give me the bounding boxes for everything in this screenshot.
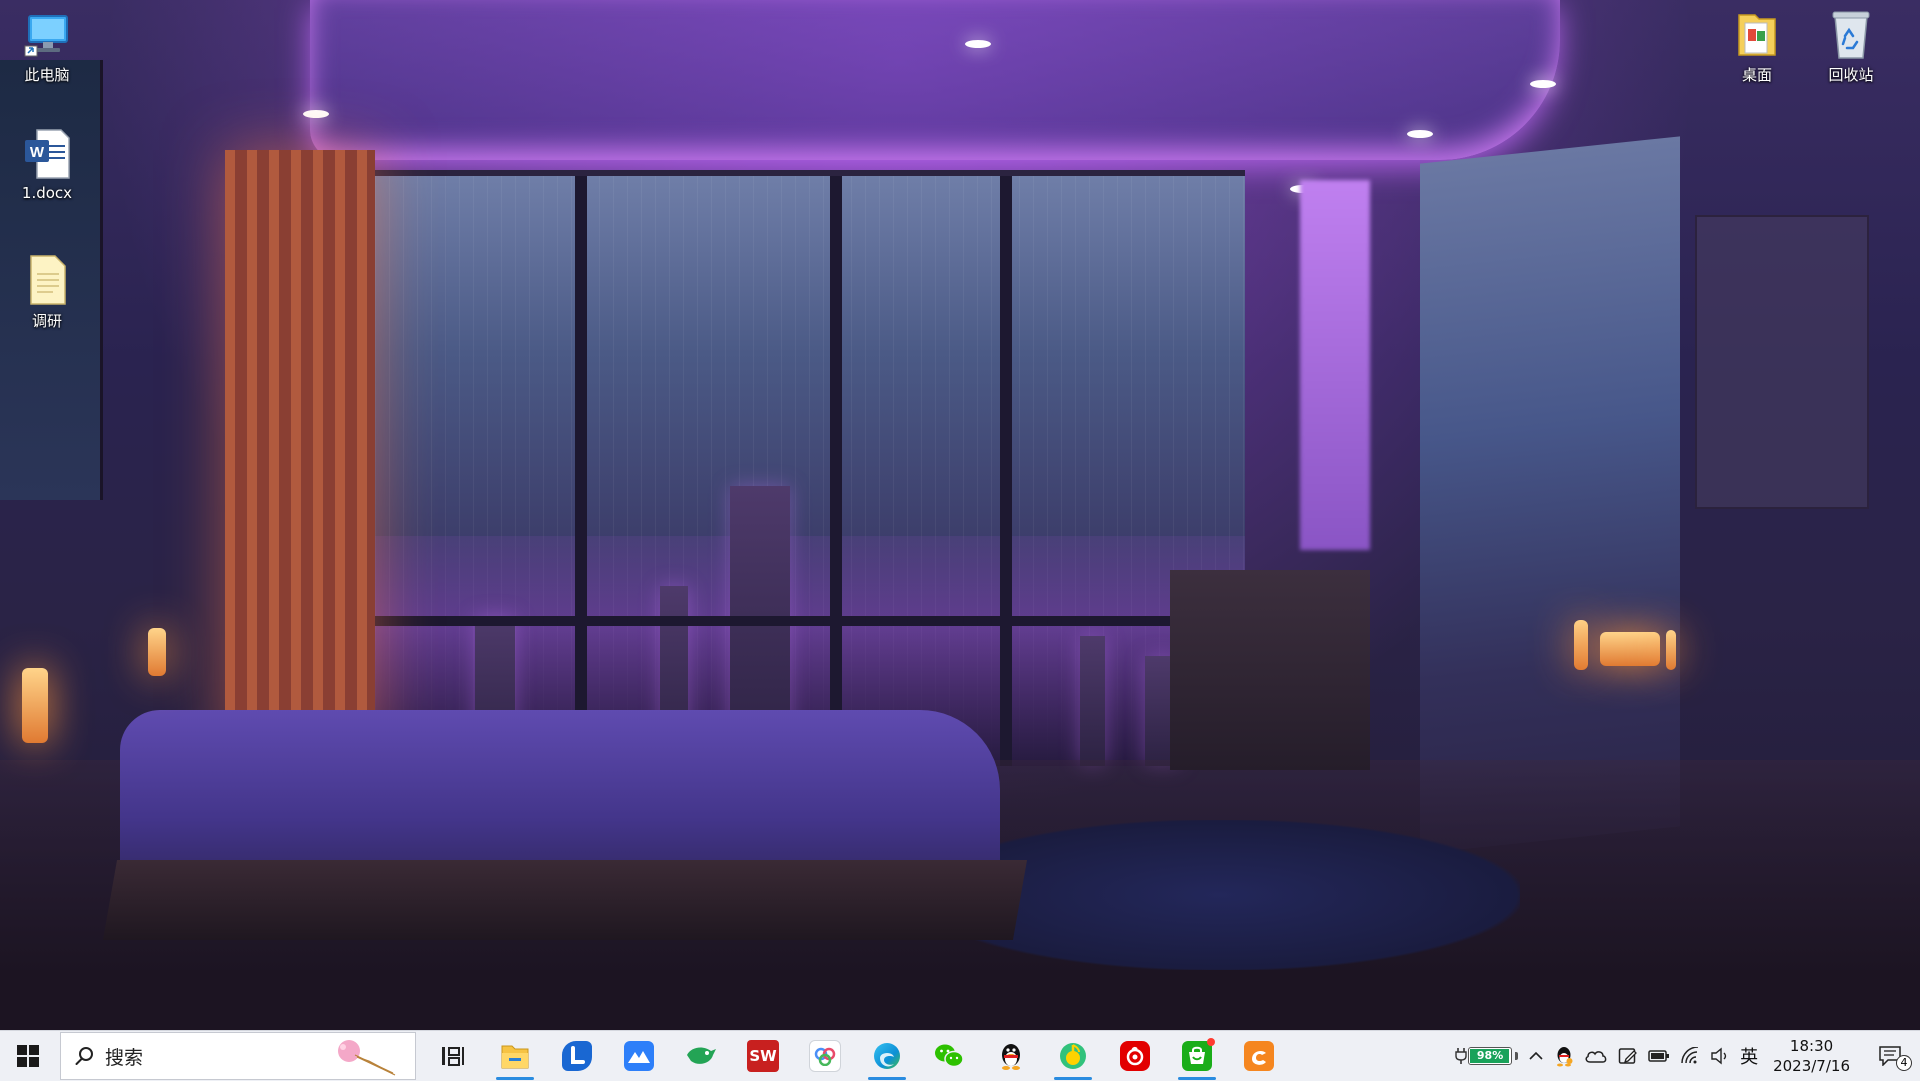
taskbar-task-view[interactable]: [422, 1031, 484, 1081]
candle: [1666, 630, 1676, 670]
ice-cream-search-highlight-icon: [338, 1040, 396, 1076]
taskbar-wechat[interactable]: [918, 1031, 980, 1081]
search-placeholder: 搜索: [105, 1046, 144, 1069]
taskbar-search-box[interactable]: 搜索: [60, 1032, 416, 1080]
ceiling-light-strip: [310, 0, 1560, 160]
ceiling-downlight: [1530, 80, 1556, 88]
edge-browser-icon: [874, 1043, 900, 1069]
search-icon: [75, 1047, 93, 1065]
taskbar-app-green-bird[interactable]: [670, 1031, 732, 1081]
show-hidden-icons-button[interactable]: [1523, 1031, 1549, 1081]
candle: [1574, 620, 1588, 670]
dresser: [1170, 570, 1370, 770]
tray-onedrive[interactable]: [1579, 1031, 1613, 1081]
taskbar-netease-music[interactable]: [1104, 1031, 1166, 1081]
ceiling-downlight: [303, 110, 329, 118]
battery-indicator[interactable]: 98%: [1449, 1031, 1523, 1081]
side-window: [1420, 136, 1680, 854]
qq-penguin-icon: [1002, 1044, 1020, 1070]
candle: [22, 668, 48, 743]
taskbar-file-explorer[interactable]: [484, 1031, 546, 1081]
tray-qq[interactable]: [1549, 1031, 1579, 1081]
recycle-bin-icon: [1827, 10, 1875, 59]
desktop-wallpaper: 此电脑 W 1.docx 调研 桌面 回收站: [0, 0, 1920, 1030]
qq-tray-icon: [1557, 1047, 1573, 1067]
svg-text:W: W: [30, 144, 45, 161]
system-tray: 98% 英 18:30 2023/7/16 4: [1449, 1031, 1920, 1081]
green-bird-app-icon: [687, 1047, 716, 1064]
file-explorer-icon: [501, 1045, 529, 1069]
tray-wifi[interactable]: [1675, 1031, 1705, 1081]
action-center-button[interactable]: 4: [1860, 1031, 1920, 1081]
desktop-icon-label: 调研: [31, 312, 62, 330]
battery-tray-icon: [1648, 1050, 1670, 1062]
battery-percent: 98%: [1476, 1049, 1504, 1062]
taskbar: 搜索 SW 98% 英 18:30 2023/7/16 4: [0, 1030, 1920, 1081]
solidworks-app-text: SW: [749, 1047, 777, 1065]
notification-count-badge: 4: [1896, 1055, 1912, 1071]
tray-volume[interactable]: [1705, 1031, 1735, 1081]
desktop-icon-research-file[interactable]: 调研: [2, 255, 92, 331]
cloud-app-icon: [809, 1040, 841, 1072]
qq-music-icon: [1060, 1043, 1086, 1069]
taskbar-baidu-netdisk[interactable]: [794, 1031, 856, 1081]
wifi-icon: [1681, 1047, 1699, 1064]
chevron-up-icon: [1529, 1051, 1543, 1060]
candle: [1600, 632, 1660, 666]
taskbar-green-shopping[interactable]: [1166, 1031, 1228, 1081]
pen-tray-icon: [1618, 1048, 1637, 1064]
orange-pdf-icon: [1244, 1041, 1274, 1071]
this-pc-icon: [23, 10, 71, 58]
ceiling-downlight: [1407, 130, 1433, 138]
curtain: [225, 150, 375, 750]
desktop-icon-recycle-bin[interactable]: 回收站: [1806, 10, 1896, 85]
desktop-icon-label: 1.docx: [21, 184, 73, 202]
clock-date: 2023/7/16: [1773, 1057, 1850, 1075]
green-shopping-icon: [1182, 1038, 1215, 1071]
start-button[interactable]: [0, 1031, 56, 1081]
taskbar-app-blue-mountain[interactable]: [608, 1031, 670, 1081]
clock-time: 18:30: [1789, 1037, 1834, 1055]
taskbar-clock[interactable]: 18:30 2023/7/16: [1763, 1036, 1860, 1076]
volume-icon: [1711, 1047, 1727, 1065]
pink-lit-wall: [1300, 180, 1370, 550]
tray-battery-status[interactable]: [1643, 1031, 1675, 1081]
desktop-icon-this-pc[interactable]: 此电脑: [2, 10, 92, 85]
wall-whiteboard: [1695, 215, 1869, 509]
desktop-icon-word-document[interactable]: W 1.docx: [2, 129, 92, 202]
tray-pen-app[interactable]: [1613, 1031, 1643, 1081]
bed-base: [102, 860, 1028, 940]
onedrive-icon: [1585, 1051, 1607, 1063]
solidworks-app-icon: SW: [747, 1040, 779, 1072]
task-view-icon: [442, 1047, 464, 1066]
blue-l-app-icon: [562, 1041, 592, 1071]
windows-start-icon: [17, 1045, 39, 1067]
input-method-indicator[interactable]: 英: [1735, 1031, 1763, 1081]
desktop-icon-desktop-folder[interactable]: 桌面: [1712, 10, 1802, 85]
ceiling-downlight: [965, 40, 991, 48]
charging-plug-icon: [1455, 1048, 1467, 1064]
taskbar-qq-music[interactable]: [1042, 1031, 1104, 1081]
city-window: [375, 170, 1245, 766]
desktop-icon-label: 桌面: [1741, 66, 1772, 84]
taskbar-solidworks-2022[interactable]: SW: [732, 1031, 794, 1081]
desktop-icon-label: 此电脑: [24, 66, 70, 84]
taskbar-orange-pdf[interactable]: [1228, 1031, 1290, 1081]
text-file-icon: [23, 255, 71, 305]
taskbar-app-blue-l[interactable]: [546, 1031, 608, 1081]
blue-mountain-app-icon: [624, 1041, 654, 1071]
taskbar-qq[interactable]: [980, 1031, 1042, 1081]
candle: [148, 628, 166, 676]
wechat-icon: [935, 1044, 964, 1068]
battery-body: 98%: [1468, 1047, 1513, 1065]
taskbar-edge[interactable]: [856, 1031, 918, 1081]
desktop-icon-label: 回收站: [1828, 66, 1874, 84]
netease-music-icon: [1120, 1041, 1150, 1071]
desktop-folder-icon: [1733, 10, 1781, 58]
word-document-icon: W: [23, 129, 71, 179]
